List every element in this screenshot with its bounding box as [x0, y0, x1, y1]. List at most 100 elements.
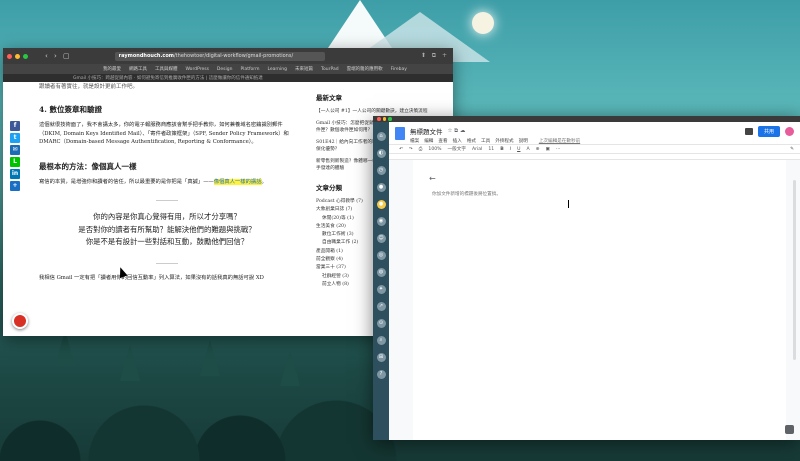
bookmark-item[interactable]: Learning	[267, 67, 287, 72]
divider-2	[156, 262, 178, 264]
rail-app-icon[interactable]: ☺	[376, 234, 386, 243]
last-edit-link[interactable]: 上次編輯是在數秒前	[539, 138, 580, 144]
rail-app-icon[interactable]: ⊞	[376, 353, 386, 362]
comment-icon[interactable]	[744, 128, 753, 135]
star-move-cloud-icons[interactable]: ☆ ⧉ ☁	[448, 128, 466, 135]
article-content: 跟讀者有著實往，就是設計更前工作吧。 4. 數位簽章和驗證 這個就很技術面了，我…	[39, 82, 295, 282]
highlight-link[interactable]: 像個真人一樣的講話	[213, 178, 262, 185]
tab-active[interactable]: Gmail 小技巧：跨越促銷內容 · 如何避免寄信到推廣收件匣的方法 | 這麼做…	[73, 75, 263, 81]
menu-item[interactable]: 插入	[453, 138, 462, 144]
bold-button[interactable]: B	[500, 147, 504, 152]
edit-mode-icon[interactable]: ✎	[790, 147, 794, 152]
address-bar[interactable]: raymondhouch.com/thehowtoer/digital-work…	[114, 51, 325, 61]
bookmark-item[interactable]: Platform	[240, 67, 259, 72]
more-icon[interactable]: ⋯	[556, 147, 561, 152]
bookmark-item[interactable]: WordPress	[186, 67, 209, 72]
browser-titlebar[interactable]: ‹ › ▢ raymondhouch.com/thehowtoer/digita…	[3, 48, 453, 64]
scrollbar[interactable]	[793, 180, 796, 360]
share-button-4[interactable]: in	[10, 169, 20, 179]
maximize-window-button[interactable]	[23, 53, 28, 59]
url-path: /thehowtoer/digital-workflow/gmail-promo…	[174, 52, 294, 59]
quote-line: 你的內容是你真心覺得有用，所以才分享嗎？	[93, 212, 241, 222]
image-icon[interactable]: ▣	[545, 147, 549, 152]
docs-main: 無標題文件 ☆ ⧉ ☁ 檔案 編輯 查看 插入 格式 工具 外掛程式 說明 上次編輯是在數秒前 …	[389, 122, 800, 440]
nav-buttons[interactable]: ‹ › ▢	[45, 52, 72, 60]
rail-app-icon[interactable]: ↗	[376, 302, 386, 311]
docs-page[interactable]: ← 你加文件新增的標題後將位置搞。	[413, 160, 786, 440]
para-text: 寫信的本質，是增強你和讀者的信任，所以最重要的是你把是「真誠」——	[39, 178, 214, 185]
bookmark-item[interactable]: TourPad	[321, 67, 339, 72]
print-icon[interactable]: ⎙	[419, 146, 423, 152]
close-window-button[interactable]	[377, 117, 381, 121]
zoom-select[interactable]: 100%	[428, 147, 441, 152]
article-cut-text: 跟讀者有著實往，就是設計更前工作吧。	[39, 84, 139, 90]
rail-app-icon[interactable]: ●	[376, 183, 386, 192]
wallpaper-moon	[472, 12, 494, 34]
latest-post-link[interactable]: 【一人公司 #1】一人公司的關鍵數訣，建立決策流程	[316, 108, 446, 115]
back-arrow-icon[interactable]: ←	[429, 174, 436, 183]
explore-icon[interactable]	[785, 425, 794, 434]
style-select[interactable]: 一般文字	[448, 146, 466, 152]
share-button-2[interactable]: ✉	[10, 145, 20, 155]
rail-app-icon[interactable]: ?	[376, 370, 386, 379]
doc-title[interactable]: 無標題文件	[410, 126, 443, 136]
menu-item[interactable]: 查看	[438, 138, 447, 144]
font-select[interactable]: Arial	[472, 147, 482, 152]
wallpaper-tree	[120, 345, 140, 381]
docs-logo-icon[interactable]	[395, 127, 405, 140]
avatar[interactable]	[785, 127, 794, 136]
share-button-3[interactable]: L	[10, 157, 20, 167]
bookmark-item[interactable]: 網路工具	[129, 66, 147, 72]
bookmark-item[interactable]: 雲端的雜的應用軟	[347, 66, 383, 72]
tab-bar[interactable]: Gmail 小技巧：跨越促銷內容 · 如何避免寄信到推廣收件匣的方法 | 這麼做…	[3, 74, 453, 82]
rail-app-icon[interactable]: ✦	[376, 285, 386, 294]
text-color-button[interactable]: A	[526, 147, 529, 152]
floating-action-button[interactable]	[12, 313, 28, 329]
divider	[156, 200, 178, 202]
rail-app-icon[interactable]: ⌂	[376, 132, 386, 141]
menu-item[interactable]: 編輯	[424, 138, 433, 144]
font-size-select[interactable]: 11	[488, 147, 494, 152]
maximize-window-button[interactable]	[388, 117, 392, 121]
share-bar: f t ✉ Lin +	[10, 121, 20, 191]
docs-toolbar: ↶ ↷ ⎙ 100% 一般文字 Arial 11 B I U A ⊕ ▣ ⋯ ✎	[389, 144, 800, 154]
bookmark-item[interactable]: Firebay	[391, 67, 407, 72]
rail-app-icon[interactable]: ●	[376, 200, 386, 209]
menu-item[interactable]: 檔案	[410, 138, 419, 144]
share-button-5[interactable]: +	[10, 181, 20, 191]
redo-icon[interactable]: ↷	[409, 147, 413, 152]
url-domain: raymondhouch.com	[118, 52, 174, 59]
italic-button[interactable]: I	[510, 147, 511, 152]
menu-item[interactable]: 說明	[519, 138, 528, 144]
rail-app-icon[interactable]: ⌕	[376, 336, 386, 345]
bookmark-item[interactable]: Design	[217, 67, 233, 72]
minimize-window-button[interactable]	[15, 53, 20, 59]
link-icon[interactable]: ⊕	[536, 147, 540, 152]
undo-icon[interactable]: ↶	[399, 147, 403, 152]
rail-app-icon[interactable]: ◷	[376, 166, 386, 175]
bookmark-item[interactable]: 未來短篇	[295, 66, 313, 72]
outline-placeholder: 你加文件新增的標題後將位置搞。	[432, 192, 501, 197]
rail-app-icon[interactable]: ⊙	[376, 319, 386, 328]
browser-window-docs[interactable]: ⌂ ◐ ◷ ● ● ◉ ☺ ◎ ◍ ✦ ↗ ⊙ ⌕ ⊞? 無標題文件 ☆ ⧉ ☁ 檔案 編輯 查看 插入 格式 工具…	[373, 116, 800, 440]
bookmarks-bar: 我的最愛 網路工具 工具與媒體 WordPress Design Platform Lear…	[3, 64, 453, 74]
close-window-button[interactable]	[7, 53, 12, 59]
menu-item[interactable]: 格式	[467, 138, 476, 144]
toolbar-actions[interactable]: ⬆ ⧉ +	[421, 52, 449, 60]
section-paragraph: 這個就很技術面了，我不會講太多，你的電子報服務商應該會幫手把手教你，如何兼養域名…	[39, 122, 289, 146]
rail-app-icon[interactable]: ◎	[376, 251, 386, 260]
minimize-window-button[interactable]	[382, 117, 386, 121]
docs-menu-bar: 檔案 編輯 查看 插入 格式 工具 外掛程式 說明 上次編輯是在數秒前	[410, 138, 580, 144]
docs-title-area: 無標題文件 ☆ ⧉ ☁ 檔案 編輯 查看 插入 格式 工具 外掛程式 說明 上次編輯是在數秒前	[410, 126, 580, 145]
share-button[interactable]: 共用	[757, 126, 780, 137]
menu-item[interactable]: 工具	[481, 138, 490, 144]
rail-app-icon[interactable]: ◍	[376, 268, 386, 277]
share-button-1[interactable]: t	[10, 133, 20, 143]
bookmark-item[interactable]: 工具與媒體	[155, 66, 178, 72]
rail-app-icon[interactable]: ◉	[376, 217, 386, 226]
share-button-0[interactable]: f	[10, 121, 20, 131]
bookmark-item[interactable]: 我的最愛	[103, 66, 121, 72]
underline-button[interactable]: U	[517, 147, 520, 152]
menu-item[interactable]: 外掛程式	[495, 138, 513, 144]
rail-app-icon[interactable]: ◐	[376, 149, 386, 158]
